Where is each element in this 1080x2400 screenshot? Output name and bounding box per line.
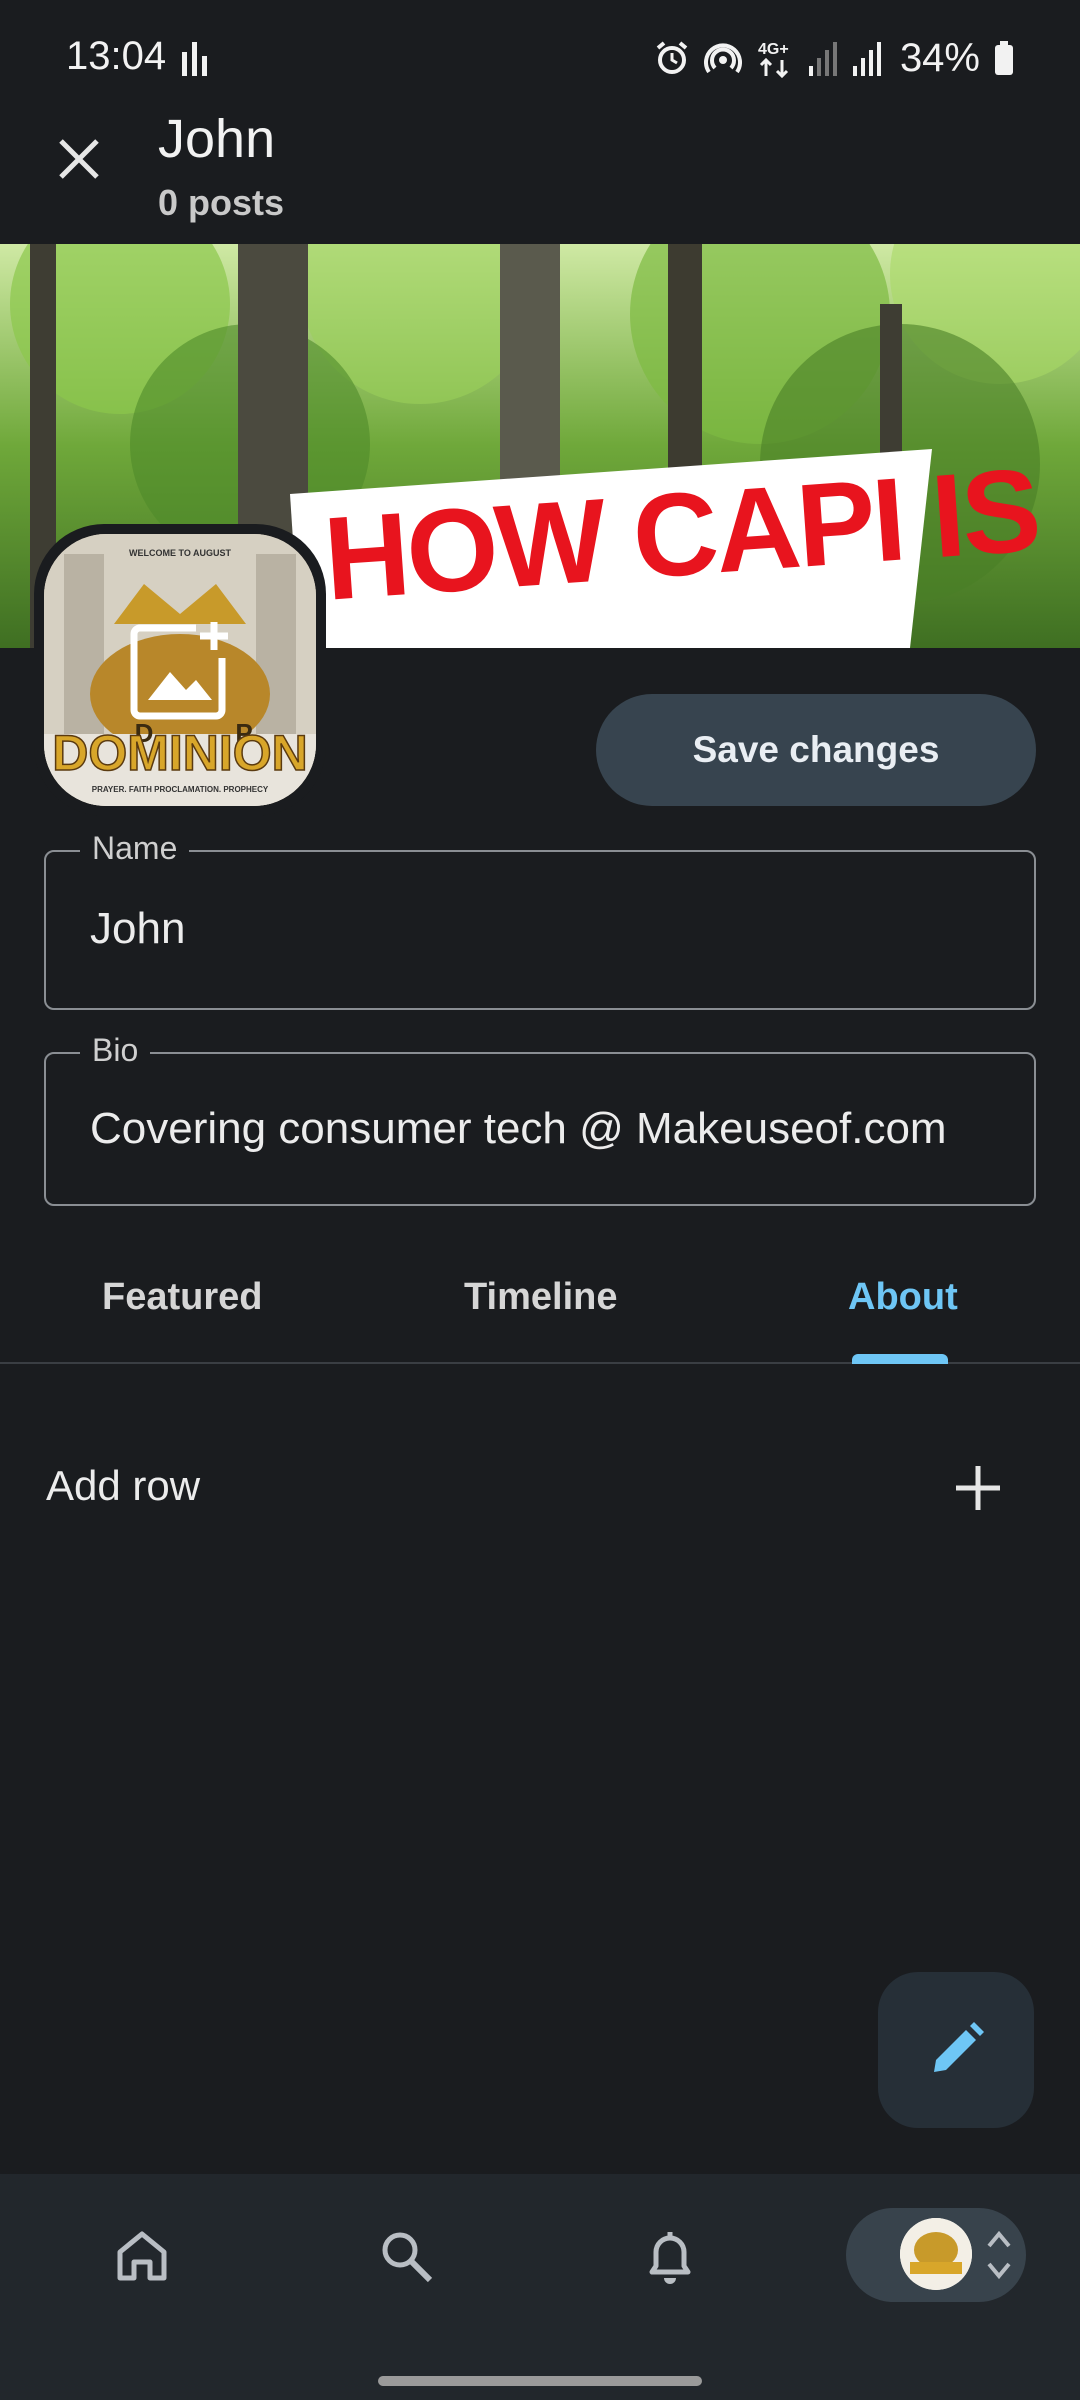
nav-notifications[interactable] (630, 2216, 710, 2296)
tab-about[interactable]: About (848, 1276, 958, 1319)
bottom-navigation (0, 2174, 1080, 2400)
status-bar: 13:04 4G+ 34% (0, 0, 1080, 118)
equalizer-icon (182, 42, 207, 76)
account-switcher[interactable] (846, 2208, 1026, 2302)
profile-tabs: Featured Timeline About (0, 1250, 1080, 1364)
search-icon (382, 2232, 433, 2283)
name-field[interactable]: Name John (44, 830, 1036, 1010)
nav-search[interactable] (366, 2216, 446, 2296)
tab-indicator (852, 1354, 948, 1364)
tab-timeline[interactable]: Timeline (464, 1276, 617, 1319)
add-icon[interactable] (948, 1458, 1008, 1518)
save-changes-button[interactable]: Save changes (596, 694, 1036, 806)
signal-icon (808, 42, 837, 76)
compose-fab[interactable] (878, 1972, 1034, 2128)
home-icon (117, 2231, 167, 2281)
close-button[interactable] (44, 124, 114, 194)
svg-text:DOMINION: DOMINION (52, 725, 308, 781)
battery-icon (995, 41, 1013, 75)
tab-featured[interactable]: Featured (102, 1276, 262, 1319)
post-count: 0 posts (158, 182, 285, 223)
bio-field-label: Bio (80, 1032, 151, 1069)
network-4g-icon: 4G+ (758, 41, 789, 78)
hotspot-icon (703, 43, 742, 74)
pencil-icon (934, 2022, 984, 2072)
bio-field-value[interactable]: Covering consumer tech @ Makeuseof.com (90, 1104, 947, 1154)
svg-text:4G+: 4G+ (758, 41, 789, 58)
name-field-label: Name (80, 830, 190, 867)
chevron-up-down-icon (987, 2230, 1011, 2280)
edit-profile-screen: 13:04 4G+ 34% John 0 posts HOW CAPI IS W… (0, 0, 1080, 2400)
svg-text:PRAYER. FAITH PROCLAMATION. PR: PRAYER. FAITH PROCLAMATION. PROPHECY (92, 785, 269, 794)
add-photo-icon[interactable] (126, 618, 234, 726)
battery-percentage: 34% (899, 35, 980, 80)
account-avatar (900, 2218, 972, 2290)
add-row-label[interactable]: Add row (46, 1462, 200, 1510)
close-icon (59, 139, 99, 179)
bio-field[interactable]: Bio Covering consumer tech @ Makeuseof.c… (44, 1032, 1036, 1206)
profile-title: John (158, 109, 276, 169)
status-time: 13:04 (66, 34, 167, 78)
svg-text:WELCOME TO AUGUST: WELCOME TO AUGUST (129, 548, 231, 558)
name-field-value[interactable]: John (90, 904, 185, 954)
nav-home[interactable] (102, 2216, 182, 2296)
alarm-icon (656, 41, 688, 74)
gesture-bar[interactable] (378, 2376, 702, 2386)
status-icons: 4G+ 34% (654, 34, 1014, 82)
signal-icon (852, 42, 881, 76)
notifications-icon (649, 2232, 691, 2284)
